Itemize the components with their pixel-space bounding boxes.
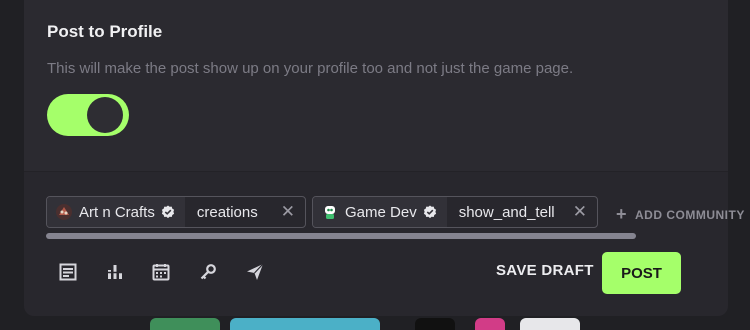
tag-game-name: Game Dev [345, 203, 417, 221]
article-icon[interactable] [55, 261, 81, 283]
toggle-knob [87, 97, 123, 133]
background-content [150, 318, 220, 330]
post-to-profile-section: Post to Profile This will make the post … [24, 0, 728, 171]
key-icon[interactable] [195, 261, 221, 283]
background-content [415, 318, 455, 330]
tag-game-name: Art n Crafts [79, 203, 155, 221]
save-draft-button[interactable]: SAVE DRAFT [496, 262, 594, 279]
background-content [230, 318, 380, 330]
community-tag[interactable]: Game Dev show_and_tell ✕ [312, 196, 598, 228]
poll-icon[interactable] [102, 261, 128, 283]
send-icon[interactable] [242, 261, 268, 283]
add-community-button[interactable]: + ADD COMMUNITY [616, 204, 745, 225]
horizontal-scrollbar[interactable] [46, 233, 636, 239]
remove-tag-button[interactable]: ✕ [563, 202, 597, 222]
palette-icon [55, 203, 73, 221]
robot-icon [321, 203, 339, 221]
plus-icon: + [616, 204, 628, 224]
tag-channel: show_and_tell [458, 203, 555, 221]
post-button[interactable]: POST [602, 252, 681, 294]
verified-icon [423, 205, 436, 219]
add-community-label: ADD COMMUNITY [635, 207, 745, 222]
background-content [475, 318, 505, 330]
calendar-icon[interactable] [148, 261, 174, 283]
section-description: This will make the post show up on your … [47, 60, 574, 77]
remove-tag-button[interactable]: ✕ [271, 202, 305, 222]
tag-game: Art n Crafts [47, 197, 185, 227]
post-to-profile-toggle[interactable] [47, 94, 129, 136]
section-title: Post to Profile [47, 22, 163, 41]
tag-channel: creations [196, 203, 258, 221]
background-content [520, 318, 580, 330]
community-tag[interactable]: Art n Crafts creations ✕ [46, 196, 306, 228]
divider [24, 171, 728, 172]
tag-game: Game Dev [313, 197, 447, 227]
verified-icon [161, 205, 174, 219]
